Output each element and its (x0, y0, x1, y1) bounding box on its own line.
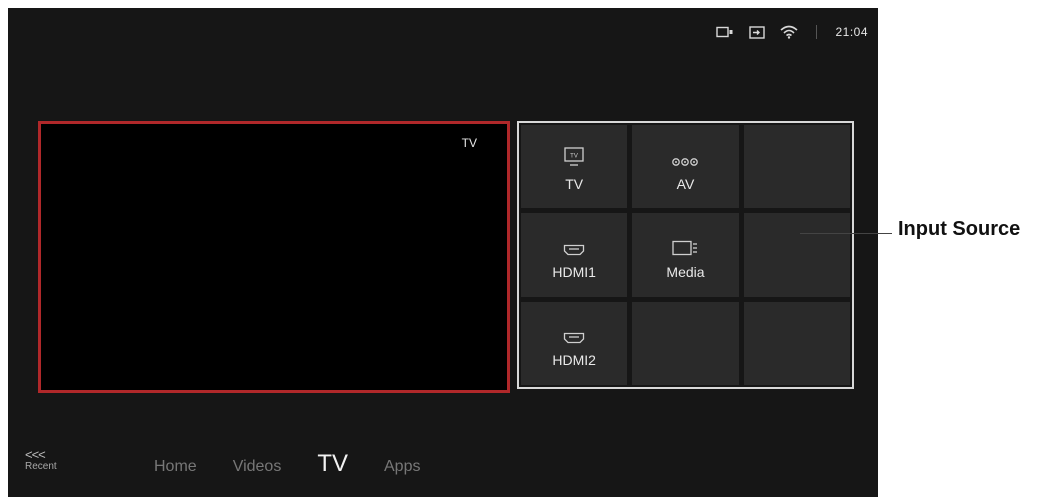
status-divider (816, 25, 818, 39)
recent-button[interactable]: <<< Recent (25, 447, 57, 472)
input-tile-hdmi1[interactable]: HDMI1 (521, 213, 628, 297)
input-tile-empty (743, 213, 850, 297)
input-tile-media[interactable]: Media (632, 213, 739, 297)
nav-item-home[interactable]: Home (154, 458, 197, 476)
recent-arrows-icon: <<< (25, 447, 46, 462)
input-tile-empty (743, 301, 850, 385)
input-tile-empty (743, 125, 850, 209)
tv-preview-window[interactable]: TV (38, 121, 510, 393)
bottom-nav: <<< Recent Home Videos TV Apps (8, 437, 878, 497)
nav-item-videos[interactable]: Videos (233, 458, 282, 476)
callout-leader-line (800, 233, 892, 234)
recent-label: Recent (25, 461, 57, 472)
clock: 21:04 (835, 25, 868, 39)
input-source-grid: TV TV AV HDMI1 Media HDMI2 (517, 121, 854, 389)
tile-label: HDMI1 (552, 263, 596, 280)
tile-label: AV (676, 175, 695, 192)
nav-item-tv[interactable]: TV (317, 450, 348, 478)
tile-label: HDMI2 (552, 352, 596, 369)
tile-label: Media (666, 263, 705, 280)
camera-icon (716, 25, 734, 39)
input-tile-av[interactable]: AV (632, 125, 739, 209)
hdmi-icon (563, 318, 585, 344)
tv-icon: TV (563, 142, 585, 168)
svg-text:TV: TV (570, 153, 578, 159)
media-icon (672, 230, 698, 256)
wifi-icon (780, 25, 798, 39)
nav-item-apps[interactable]: Apps (384, 458, 420, 476)
nav-menu: Home Videos TV Apps (154, 450, 456, 478)
preview-source-label: TV (461, 136, 477, 150)
input-tile-hdmi2[interactable]: HDMI2 (521, 301, 628, 385)
input-icon (748, 25, 766, 39)
callout-label: Input Source (898, 218, 1021, 240)
hdmi-icon (563, 230, 585, 256)
tv-screen: 21:04 TV TV TV AV HDMI1 Media HDMI2 <<< … (8, 8, 878, 497)
status-bar: 21:04 (716, 22, 868, 42)
input-tile-tv[interactable]: TV TV (521, 125, 628, 209)
av-icon (671, 142, 699, 168)
input-tile-empty (632, 301, 739, 385)
tile-label: TV (565, 175, 584, 192)
